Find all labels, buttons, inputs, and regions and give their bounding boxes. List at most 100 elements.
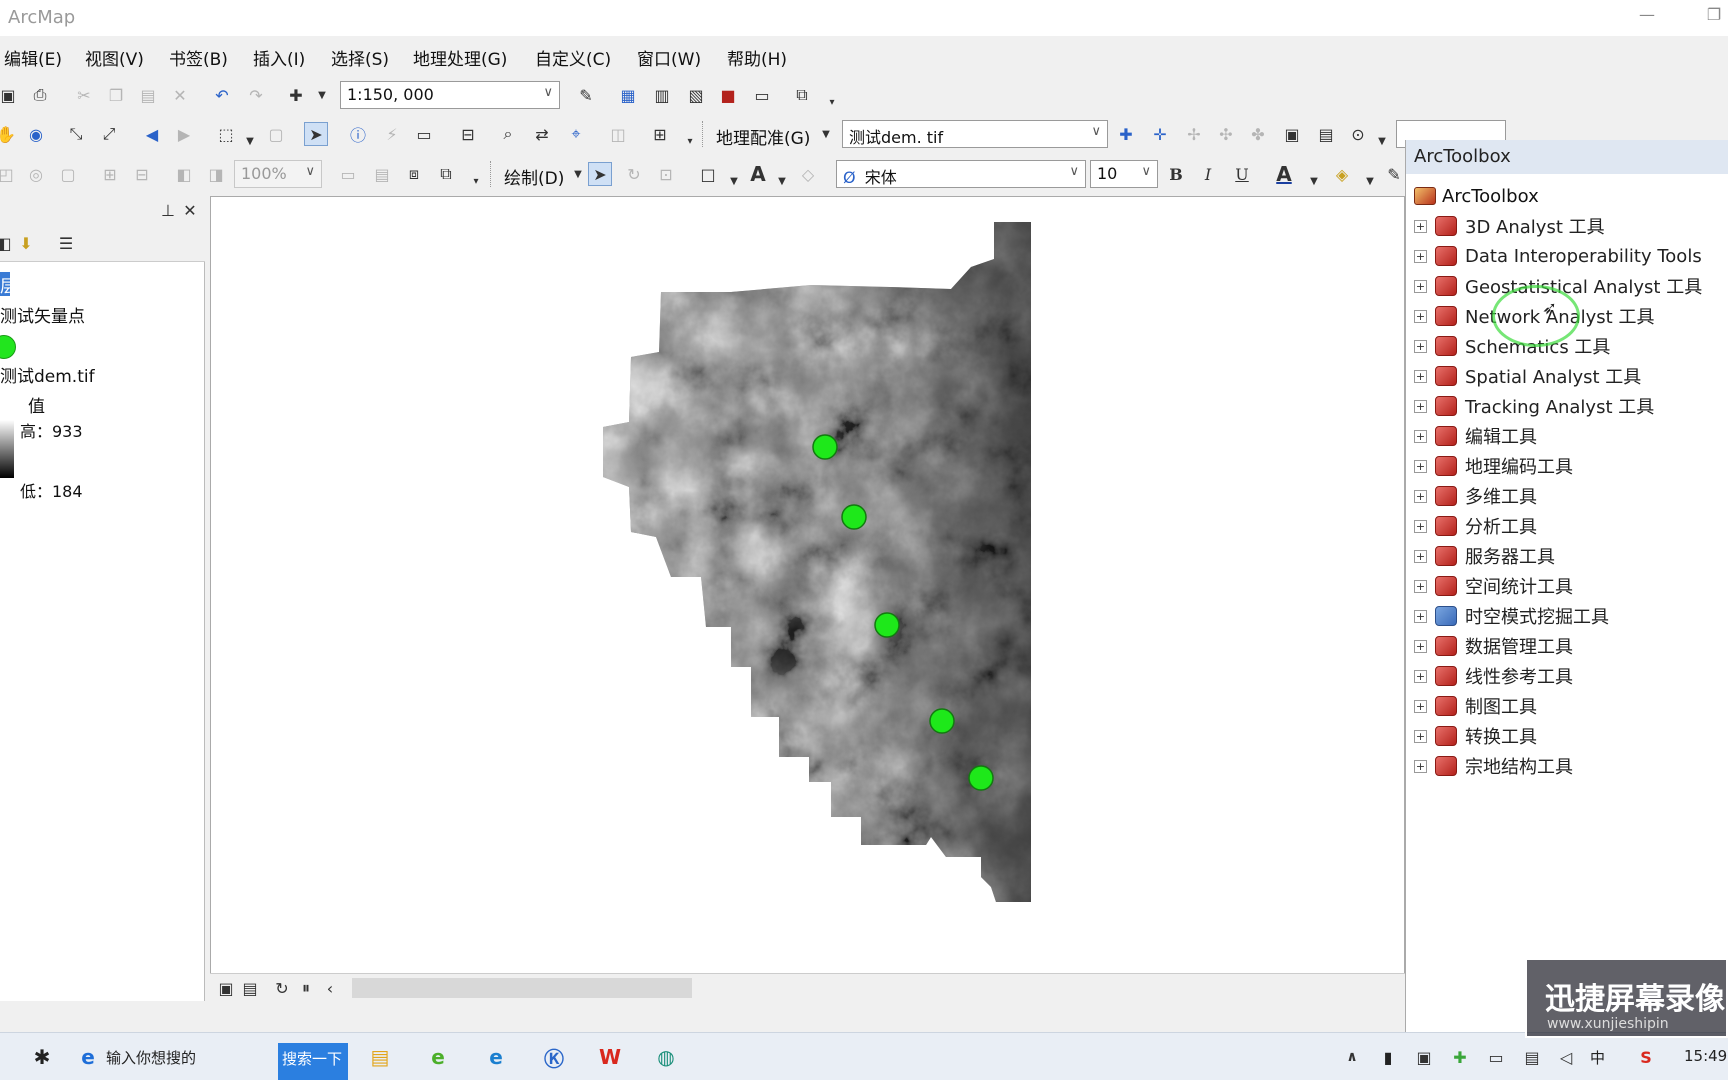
layout-zoom-combo[interactable]: 100% ∨ <box>234 160 322 188</box>
pin-icon[interactable]: ⊥ <box>156 198 180 222</box>
expand-icon[interactable]: + <box>1414 669 1427 683</box>
toolbox-item[interactable]: + Data Interoperability Tools <box>1414 242 1702 270</box>
fixed-zoom-out-icon[interactable]: ⤢ <box>97 122 121 146</box>
layout-view-icon[interactable]: ▤ <box>238 976 262 1000</box>
sogou-icon[interactable]: S <box>1632 1043 1660 1071</box>
expand-icon[interactable]: + <box>1414 429 1427 443</box>
rotate-icon[interactable]: ✢ <box>1182 122 1206 146</box>
toolbox-item[interactable]: +3D Analyst 工具 <box>1414 212 1605 240</box>
fixed-zoom-in-icon[interactable]: ⤡ <box>64 122 88 146</box>
zoom-whole-page-icon[interactable]: ◰ <box>0 162 18 186</box>
map-scale-combo[interactable]: 1:150, 000 ∨ <box>340 81 560 109</box>
focus-data-frame-icon[interactable]: ▤ <box>370 162 394 186</box>
clear-selection-icon[interactable]: ▢ <box>264 122 288 146</box>
microphone-icon[interactable]: ▮ <box>1374 1043 1402 1071</box>
data-view-icon[interactable]: ▣ <box>214 976 238 1000</box>
delete-icon[interactable]: ✕ <box>168 83 192 107</box>
toolbar-options-icon[interactable]: ▾ <box>820 90 844 114</box>
drawing-dropdown-icon[interactable]: ▼ <box>566 162 590 186</box>
scroll-left-icon[interactable]: ‹ <box>318 976 342 1000</box>
select-elements-icon[interactable]: ➤ <box>304 122 328 146</box>
zoom-100-icon[interactable]: ◎ <box>24 162 48 186</box>
layer-dem[interactable]: 测试dem.tif <box>0 362 95 387</box>
bold-button[interactable]: B <box>1164 162 1188 186</box>
cut-icon[interactable]: ✂ <box>72 83 96 107</box>
save-icon[interactable]: ▣ <box>0 83 20 107</box>
select-elements-draw-icon[interactable]: ➤ <box>588 162 612 186</box>
expand-icon[interactable]: + <box>1414 459 1427 473</box>
catalog-icon[interactable]: ▥ <box>650 83 674 107</box>
go-back-icon[interactable]: ◀ <box>140 122 164 146</box>
find-route-icon[interactable]: ⇄ <box>530 122 554 146</box>
wps-icon[interactable]: W <box>596 1043 624 1071</box>
vector-point[interactable] <box>812 434 838 460</box>
expand-icon[interactable]: + <box>1414 279 1427 293</box>
zoom-to-selected-icon[interactable]: ⊡ <box>654 162 678 186</box>
expand-icon[interactable]: + <box>1414 369 1427 383</box>
vector-point[interactable] <box>874 612 900 638</box>
rectangle-icon[interactable]: □ <box>696 162 720 186</box>
expand-icon[interactable]: + <box>1414 249 1427 263</box>
toolbox-item[interactable]: + 时空模式挖掘工具 <box>1414 602 1609 630</box>
add-control-points-icon[interactable]: ✚ <box>1114 122 1138 146</box>
add-data-dropdown-icon[interactable]: ▼ <box>310 83 334 107</box>
options-icon[interactable]: ☰ <box>54 231 78 255</box>
find-icon[interactable]: ⌕ <box>496 122 520 146</box>
menu-selection[interactable]: 选择(S) <box>331 45 389 70</box>
ie-browser-icon[interactable]: e <box>424 1043 452 1071</box>
fixed-zoom-out-layout-icon[interactable]: ⊟ <box>130 162 154 186</box>
restore-icon[interactable]: ❐ <box>1700 5 1728 29</box>
battery-icon[interactable]: ▭ <box>1482 1043 1510 1071</box>
add-control-points-2-icon[interactable]: ✛ <box>1148 122 1172 146</box>
toolbox-item[interactable]: + 编辑工具 <box>1414 422 1537 450</box>
minimize-icon[interactable]: — <box>1633 5 1661 29</box>
select-dropdown-icon[interactable]: ▼ <box>238 129 262 153</box>
toolbox-item[interactable]: + 线性参考工具 <box>1414 662 1573 690</box>
expand-icon[interactable]: + <box>1414 759 1427 773</box>
next-extent-layout-icon[interactable]: ◨ <box>204 162 228 186</box>
vector-point[interactable] <box>929 708 955 734</box>
menu-help[interactable]: 帮助(H) <box>727 45 787 70</box>
font-color-button[interactable]: A <box>1272 162 1296 186</box>
expand-icon[interactable]: + <box>1414 699 1427 713</box>
map-display[interactable] <box>210 196 1405 1001</box>
expand-icon[interactable]: + <box>1414 579 1427 593</box>
copy-icon[interactable]: ❐ <box>104 83 128 107</box>
fill-color-icon[interactable]: ◈ <box>1330 162 1354 186</box>
menu-edit[interactable]: 编辑(E) <box>4 45 62 70</box>
search-button[interactable]: 搜索一下 <box>278 1043 348 1080</box>
search-input[interactable]: 输入你想搜的 <box>106 1047 196 1068</box>
layer-vector-points[interactable]: 测试矢量点 <box>0 302 85 327</box>
redo-icon[interactable]: ↷ <box>244 83 268 107</box>
drawing-menu[interactable]: 绘制(D) <box>504 164 564 189</box>
tray-app-icon[interactable]: ▣ <box>1410 1043 1438 1071</box>
prev-extent-layout-icon[interactable]: ◧ <box>172 162 196 186</box>
text-dropdown-icon[interactable]: ▼ <box>770 169 794 193</box>
expand-icon[interactable]: + <box>1414 339 1427 353</box>
map-canvas[interactable] <box>211 197 1406 1002</box>
undo-icon[interactable]: ↶ <box>210 83 234 107</box>
fixed-zoom-in-layout-icon[interactable]: ⊞ <box>98 162 122 186</box>
font-size-combo[interactable]: 10 ∨ <box>1090 160 1158 188</box>
edit-vertices-icon[interactable]: ◇ <box>796 162 820 186</box>
clock[interactable]: 15:49 <box>1684 1047 1727 1065</box>
toggle-draft-icon[interactable]: ▭ <box>336 162 360 186</box>
paste-icon[interactable]: ▤ <box>136 83 160 107</box>
toolbox-item[interactable]: + 服务器工具 <box>1414 542 1555 570</box>
python-window-icon[interactable]: ▭ <box>750 83 774 107</box>
menu-insert[interactable]: 插入(I) <box>253 45 305 70</box>
font-name-combo[interactable]: Ø 宋体 ∨ <box>836 160 1086 188</box>
expand-icon[interactable]: + <box>1414 639 1427 653</box>
fill-color-dropdown-icon[interactable]: ▼ <box>1358 169 1382 193</box>
menu-view[interactable]: 视图(V) <box>85 45 144 70</box>
toolbox-item[interactable]: + 空间统计工具 <box>1414 572 1573 600</box>
expand-icon[interactable]: + <box>1414 729 1427 743</box>
pan-hand-icon[interactable]: ✋ <box>0 122 18 146</box>
hyperlink-icon[interactable]: ⚡ <box>380 122 404 146</box>
tray-green-icon[interactable]: ✚ <box>1446 1043 1474 1071</box>
arctoolbox-root[interactable]: ArcToolbox <box>1414 182 1539 210</box>
georeferencing-dropdown-icon[interactable]: ▼ <box>814 122 838 146</box>
refresh-icon[interactable]: ↻ <box>270 976 294 1000</box>
go-to-xy-icon[interactable]: ⌖ <box>564 122 588 146</box>
new-text-icon[interactable]: A <box>746 162 770 186</box>
